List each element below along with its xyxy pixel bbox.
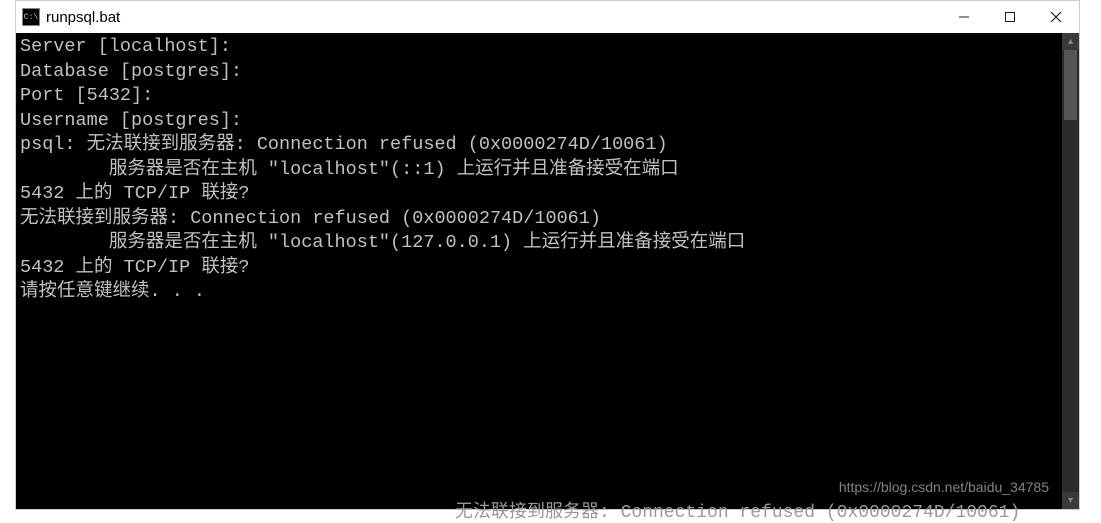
- maximize-button[interactable]: [987, 1, 1033, 33]
- window-title: runpsql.bat: [46, 9, 120, 26]
- minimize-button[interactable]: [941, 1, 987, 33]
- watermark-text: https://blog.csdn.net/baidu_34785: [839, 479, 1049, 495]
- scroll-up-button[interactable]: ▴: [1062, 33, 1079, 50]
- window-controls: [941, 1, 1079, 33]
- background-peek-text: 无法联接到服务器: Connection refused (0x0000274D…: [455, 497, 1020, 523]
- console-window: C:\ runpsql.bat Server [localhost]: Data…: [15, 0, 1080, 510]
- scroll-down-button[interactable]: ▾: [1062, 492, 1079, 509]
- cmd-icon: C:\: [22, 8, 40, 26]
- terminal-output[interactable]: Server [localhost]: Database [postgres]:…: [16, 33, 1062, 509]
- scroll-thumb[interactable]: [1064, 50, 1077, 120]
- close-button[interactable]: [1033, 1, 1079, 33]
- scrollbar[interactable]: ▴ ▾: [1062, 33, 1079, 509]
- titlebar-left: C:\ runpsql.bat: [22, 8, 120, 26]
- titlebar[interactable]: C:\ runpsql.bat: [16, 1, 1079, 33]
- terminal-area: Server [localhost]: Database [postgres]:…: [16, 33, 1079, 509]
